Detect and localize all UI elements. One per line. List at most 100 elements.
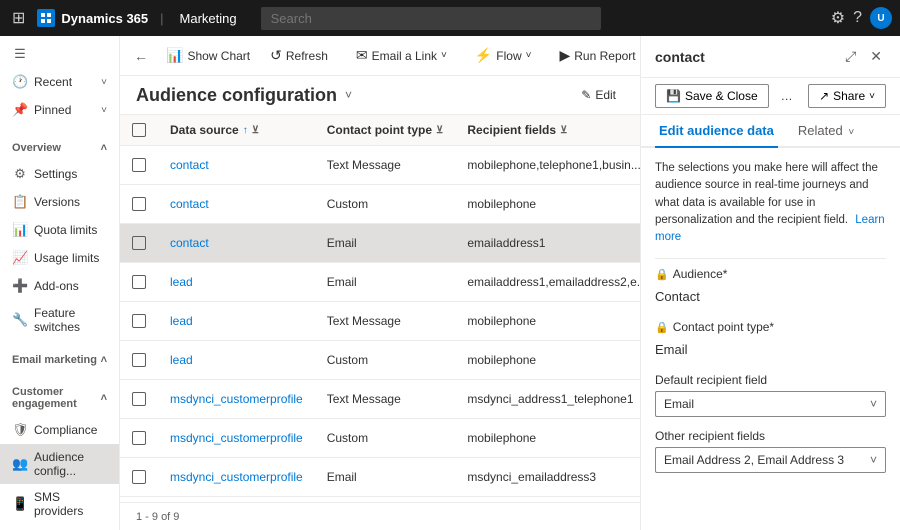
default-recipient-select[interactable]: Email ˅: [655, 391, 886, 417]
sidebar-item-audience-config[interactable]: 👥 Audience config...: [0, 444, 119, 484]
more-options-button[interactable]: …: [775, 85, 799, 107]
row-3-checkbox[interactable]: [132, 275, 146, 289]
page-title: Audience configuration: [136, 85, 337, 106]
table-row[interactable]: contact Custom mobilephone #admi...: [120, 185, 640, 224]
col-data-source[interactable]: Data source ↑ ⊻: [158, 115, 315, 146]
row-4-source-link[interactable]: lead: [170, 314, 193, 328]
refresh-icon: ↺: [270, 47, 282, 64]
sidebar-item-usage-limits[interactable]: 📈 Usage limits: [0, 244, 119, 272]
row-4-contact-type: Text Message: [315, 302, 456, 341]
flow-button[interactable]: ⚡ Flow ˅: [467, 43, 540, 68]
edit-icon: ✎: [581, 88, 591, 102]
row-1-select: [120, 185, 158, 224]
table-row[interactable]: msdynci_customerprofile Email msdynci_em…: [120, 458, 640, 497]
edit-label: Edit: [595, 88, 616, 102]
other-recipient-label: Other recipient fields: [655, 429, 886, 443]
edit-button[interactable]: ✎ Edit: [573, 84, 624, 106]
table-row[interactable]: lead Email emailaddress1,emailaddress2,e…: [120, 263, 640, 302]
table-row[interactable]: contact Email emailaddress1 #admi...: [120, 224, 640, 263]
compliance-label: Compliance: [34, 423, 107, 437]
sidebar-item-feature-switches[interactable]: 🔧 Feature switches: [0, 300, 119, 340]
row-5-source-link[interactable]: lead: [170, 353, 193, 367]
user-avatar[interactable]: U: [870, 7, 892, 29]
row-1-checkbox[interactable]: [132, 197, 146, 211]
sidebar-item-versions[interactable]: 📋 Versions: [0, 188, 119, 216]
row-1-source-link[interactable]: contact: [170, 197, 209, 211]
row-0-source: contact: [158, 146, 315, 185]
row-3-contact-type: Email: [315, 263, 456, 302]
share-button[interactable]: ↗ Share ˅: [808, 84, 886, 108]
sidebar-item-compliance[interactable]: 🛡 Compliance: [0, 416, 119, 444]
other-recipient-select-value: Email Address 2, Email Address 3: [664, 453, 844, 467]
app-grid-icon[interactable]: ⊞: [8, 4, 29, 32]
row-5-source: lead: [158, 341, 315, 380]
row-5-recipient: mobilephone: [455, 341, 640, 380]
sidebar-item-menu[interactable]: ☰: [0, 40, 119, 68]
row-7-checkbox[interactable]: [132, 431, 146, 445]
tab-related[interactable]: Related ˅: [794, 115, 858, 148]
row-6-recipient: msdynci_address1_telephone1: [455, 380, 640, 419]
rp-close-button[interactable]: ✕: [866, 46, 886, 67]
table-row[interactable]: msdynci_customerprofile Custom mobilepho…: [120, 419, 640, 458]
save-close-button[interactable]: 💾 Save & Close: [655, 84, 769, 108]
default-recipient-select-value: Email: [664, 397, 694, 411]
other-recipient-select[interactable]: Email Address 2, Email Address 3 ˅: [655, 447, 886, 473]
col-data-source-label: Data source: [170, 123, 239, 137]
recent-chevron: ˅: [101, 77, 107, 88]
table-row[interactable]: lead Text Message mobilephone #admi...: [120, 302, 640, 341]
sidebar-item-settings[interactable]: ⚙ Settings: [0, 160, 119, 188]
recipient-filter-icon[interactable]: ⊻: [560, 125, 567, 136]
sidebar-item-pinned[interactable]: 📌 Pinned ˅: [0, 96, 119, 124]
col-recipient-fields[interactable]: Recipient fields ⊻: [455, 115, 640, 146]
sidebar: ☰ 🕐 Recent ˅ 📌 Pinned ˅ Overview ˄ ⚙ Set…: [0, 36, 120, 530]
sidebar-item-addons[interactable]: ➕ Add-ons: [0, 272, 119, 300]
table-row[interactable]: lead Custom mobilephone #admi...: [120, 341, 640, 380]
default-recipient-label-text: Default recipient field: [655, 373, 767, 387]
rp-expand-button[interactable]: ⤢: [841, 46, 860, 67]
share-container: ↗ Share ˅: [808, 84, 886, 108]
sms-icon: 📱: [12, 496, 28, 512]
row-4-recipient: mobilephone: [455, 302, 640, 341]
row-5-checkbox[interactable]: [132, 353, 146, 367]
col-contact-point-type[interactable]: Contact point type ⊻: [315, 115, 456, 146]
row-0-source-link[interactable]: contact: [170, 158, 209, 172]
brand: Dynamics 365: [37, 9, 148, 27]
row-4-checkbox[interactable]: [132, 314, 146, 328]
email-marketing-header[interactable]: Email marketing ˄: [0, 348, 119, 372]
help-icon[interactable]: ?: [853, 9, 862, 27]
row-6-checkbox[interactable]: [132, 392, 146, 406]
row-2-checkbox[interactable]: [132, 236, 146, 250]
customer-engagement-header[interactable]: Customer engagement ˄: [0, 380, 119, 416]
run-report-button[interactable]: ▶ Run Report ˅: [551, 43, 640, 68]
email-link-button[interactable]: ✉ Email a Link ˅: [348, 43, 455, 68]
row-3-source-link[interactable]: lead: [170, 275, 193, 289]
row-6-source-link[interactable]: msdynci_customerprofile: [170, 392, 303, 406]
table-row[interactable]: msdynci_customerprofile Text Message msd…: [120, 380, 640, 419]
tab-edit-audience[interactable]: Edit audience data: [655, 115, 778, 148]
email-link-chevron: ˅: [441, 50, 447, 61]
show-chart-button[interactable]: 📊 Show Chart: [158, 43, 258, 68]
sidebar-nav-section: ☰ 🕐 Recent ˅ 📌 Pinned ˅: [0, 36, 119, 128]
refresh-button[interactable]: ↺ Refresh: [262, 43, 336, 68]
top-bar: ⊞ Dynamics 365 | Marketing ⚙ ? U: [0, 0, 900, 36]
page-title-chevron-icon[interactable]: ˅: [345, 88, 352, 102]
sidebar-item-recent[interactable]: 🕐 Recent ˅: [0, 68, 119, 96]
sidebar-item-quota-limits[interactable]: 📊 Quota limits: [0, 216, 119, 244]
table-row[interactable]: contact Text Message mobilephone,telepho…: [120, 146, 640, 185]
row-8-select: [120, 458, 158, 497]
sidebar-item-custom-channels[interactable]: 🔗 Custom channels: [0, 524, 119, 530]
contact-point-filter-icon[interactable]: ⊻: [436, 125, 443, 136]
row-2-source-link[interactable]: contact: [170, 236, 209, 250]
overview-group-header[interactable]: Overview ˄: [0, 136, 119, 160]
search-input[interactable]: [261, 7, 601, 30]
row-7-source-link[interactable]: msdynci_customerprofile: [170, 431, 303, 445]
row-0-checkbox[interactable]: [132, 158, 146, 172]
back-button[interactable]: ←: [128, 44, 154, 68]
recent-label: Recent: [34, 75, 95, 89]
select-all-checkbox[interactable]: [132, 123, 146, 137]
row-8-checkbox[interactable]: [132, 470, 146, 484]
row-8-source-link[interactable]: msdynci_customerprofile: [170, 470, 303, 484]
settings-icon[interactable]: ⚙: [831, 8, 845, 28]
sidebar-item-sms-providers[interactable]: 📱 SMS providers: [0, 484, 119, 524]
data-source-filter-icon[interactable]: ⊻: [252, 125, 259, 136]
